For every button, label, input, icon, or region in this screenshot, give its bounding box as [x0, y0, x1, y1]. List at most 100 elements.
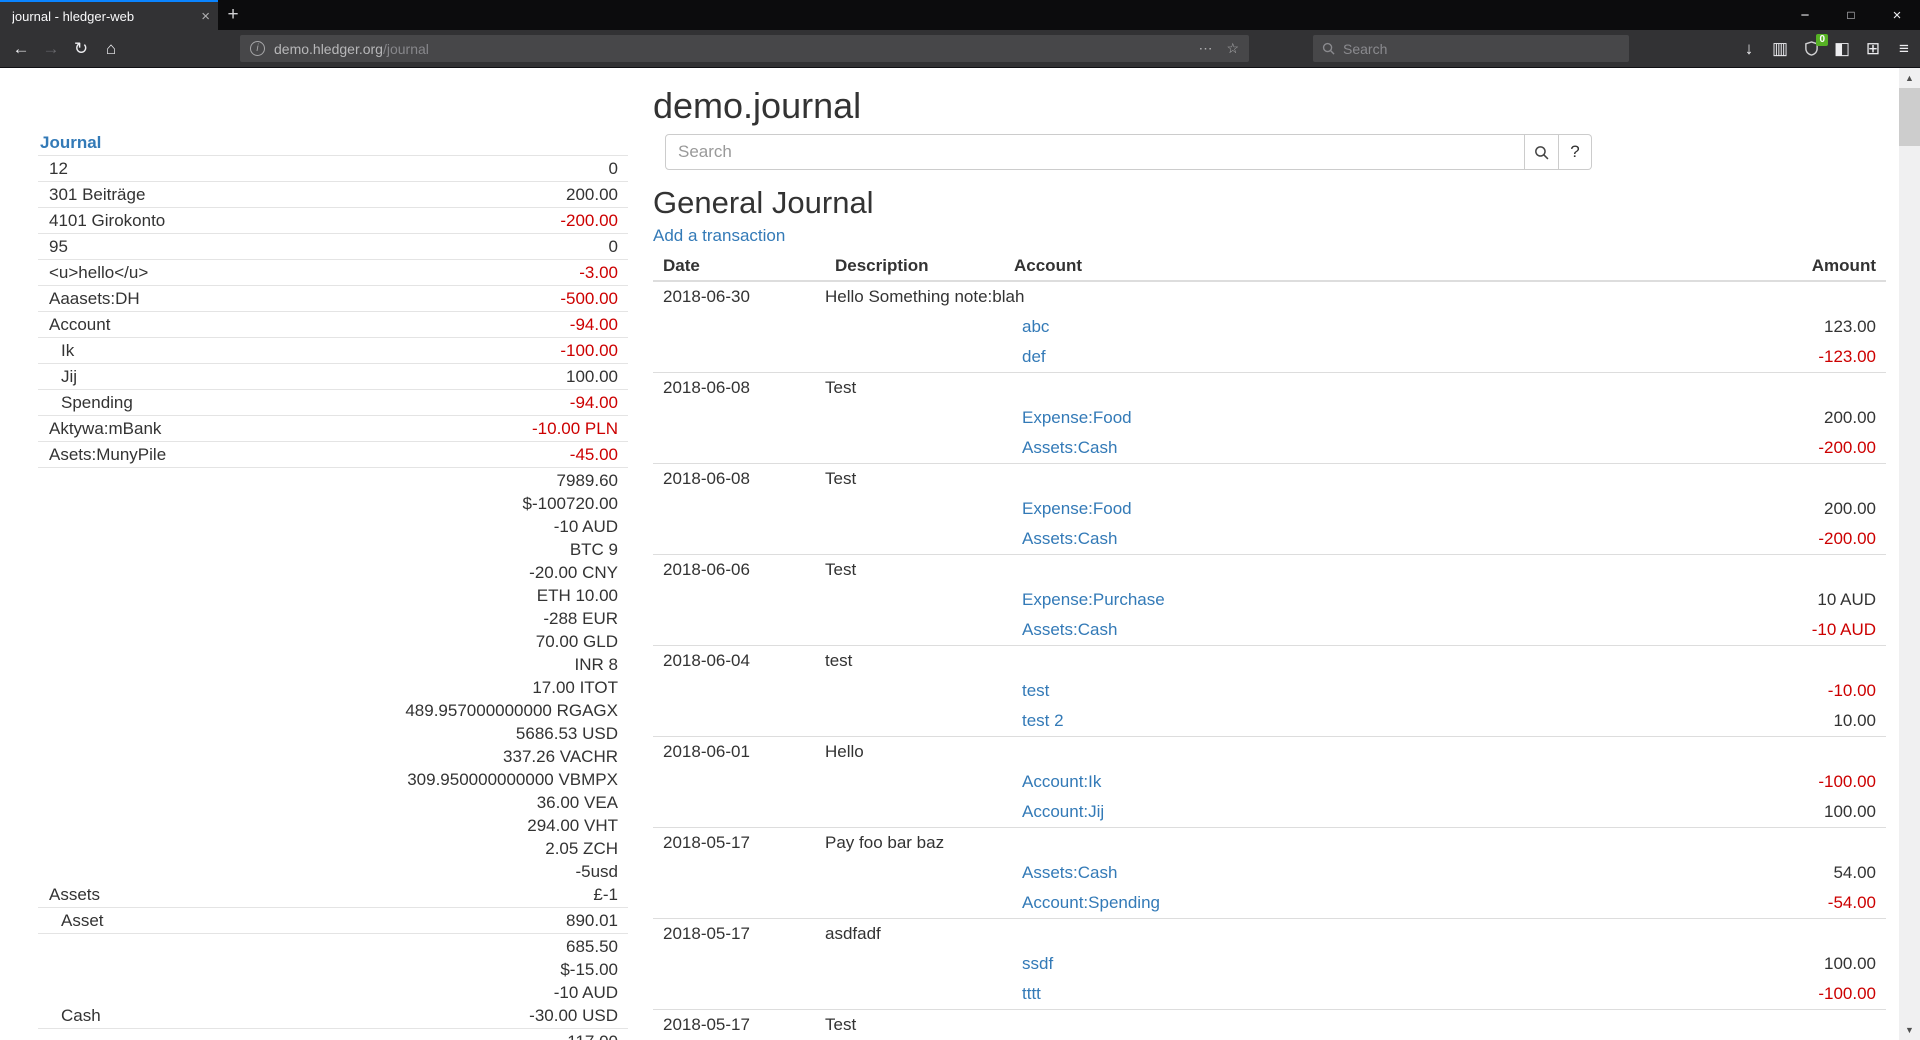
browser-search-input[interactable] — [1343, 41, 1620, 57]
posting-account-link[interactable]: tttt — [1022, 984, 1041, 1003]
sidebar-account-link[interactable]: 12 — [38, 157, 68, 180]
transaction-description: Hello Something note:blah — [825, 282, 1886, 312]
posting-account-cell: abc — [1004, 312, 1656, 342]
posting-account-link[interactable]: Account:Ik — [1022, 772, 1101, 791]
account-balance: -3.00 — [579, 261, 618, 284]
window-minimize-button[interactable]: − — [1782, 0, 1828, 30]
posting-account-link[interactable]: test — [1022, 681, 1049, 700]
sidebar-account-link[interactable]: Cash — [38, 1004, 101, 1027]
balance-amount: -117.00 — [562, 1030, 618, 1040]
sidebar-account-row: Assets7989.60$-100720.00-10 AUDBTC 9-20.… — [38, 467, 628, 907]
posting-account-link[interactable]: Assets:Cash — [1022, 529, 1117, 548]
transaction-description: Test — [825, 555, 1886, 585]
sidebar-account-link[interactable]: 4101 Girokonto — [38, 209, 165, 232]
posting-account-link[interactable]: Expense:Food — [1022, 408, 1132, 427]
page-title: demo.journal — [653, 86, 1886, 126]
sidebar-account-link[interactable]: Aaasets:DH — [38, 287, 140, 310]
posting-amount: 100.00 — [1656, 797, 1886, 827]
new-tab-button[interactable]: + — [218, 0, 248, 30]
journal-search-button[interactable] — [1525, 134, 1559, 170]
account-balance: 890.01 — [566, 909, 618, 932]
transaction-date: 2018-06-08 — [653, 464, 825, 494]
posting-account-link[interactable]: test 2 — [1022, 711, 1064, 730]
sidebar-account-link[interactable]: Spending — [38, 391, 133, 414]
posting-account-link[interactable]: def — [1022, 347, 1046, 366]
sidebar-account-link[interactable]: Assets — [38, 883, 100, 906]
grid-icon[interactable]: ⊞ — [1858, 34, 1888, 64]
sidebar-account-link[interactable]: Ik — [38, 339, 74, 362]
account-balance: -94.00 — [570, 391, 618, 414]
posting-amount: -100.00 — [1656, 979, 1886, 1009]
search-help-button[interactable]: ? — [1559, 134, 1592, 170]
page-scrollbar[interactable]: ▲ ▼ — [1899, 68, 1920, 1040]
sidebar-account-link[interactable]: Aktywa:mBank — [38, 417, 161, 440]
posting-account-cell: Expense:Food — [1004, 494, 1656, 524]
download-icon[interactable]: ↓ — [1734, 34, 1764, 64]
posting-account-cell: Account:Jij — [1004, 797, 1656, 827]
balance-amount: BTC 9 — [405, 538, 618, 561]
account-balance: 0 — [609, 157, 618, 180]
library-icon[interactable]: ▥ — [1765, 34, 1795, 64]
scroll-up-arrow[interactable]: ▲ — [1899, 68, 1920, 88]
sidebar-account-link[interactable]: Account — [38, 313, 110, 336]
sidebar-journal-link[interactable]: Journal — [40, 133, 101, 152]
sidebar-account-row: Asets:MunyPile-45.00 — [38, 441, 628, 467]
transaction-date: 2018-06-06 — [653, 555, 825, 585]
search-icon — [1322, 42, 1335, 55]
posting-account-link[interactable]: Account:Spending — [1022, 893, 1160, 912]
back-button[interactable]: ← — [6, 34, 36, 64]
posting-account-link[interactable]: Assets:Cash — [1022, 863, 1117, 882]
posting-account-cell: ssdf — [1004, 949, 1656, 979]
transaction-date: 2018-05-17 — [653, 1010, 825, 1040]
sidebar-account-link[interactable]: <u>hello</u> — [38, 261, 148, 284]
site-info-icon[interactable]: i — [250, 41, 265, 56]
journal-search-input[interactable] — [665, 134, 1525, 170]
transaction-date: 2018-06-08 — [653, 373, 825, 403]
url-bar[interactable]: i demo.hledger.org /journal ⋯ ☆ — [240, 35, 1249, 62]
balance-amount: 100.00 — [566, 365, 618, 388]
window-close-button[interactable]: × — [1874, 0, 1920, 30]
browser-tab[interactable]: journal - hledger-web × — [0, 0, 218, 30]
balance-amount: INR 8 — [405, 653, 618, 676]
window-restore-button[interactable]: □ — [1828, 0, 1874, 30]
transaction-description: Pay foo bar baz — [825, 828, 1886, 858]
posting-account-link[interactable]: Expense:Food — [1022, 499, 1132, 518]
posting-account-link[interactable]: Expense:Purchase — [1022, 590, 1165, 609]
sidebar-account-link[interactable]: Asets:MunyPile — [38, 443, 166, 466]
scrollbar-thumb[interactable] — [1899, 88, 1920, 146]
balance-amount: 685.50 — [529, 935, 618, 958]
add-transaction-link[interactable]: Add a transaction — [653, 226, 785, 246]
accounts-list: 120301 Beiträge200.004101 Girokonto-200.… — [38, 155, 628, 1040]
posting-account-link[interactable]: Account:Jij — [1022, 802, 1104, 821]
home-button[interactable]: ⌂ — [96, 34, 126, 64]
transaction-description: asdfadf — [825, 919, 1886, 949]
journal-search-form: ? — [665, 134, 1886, 170]
menu-icon[interactable]: ≡ — [1889, 34, 1919, 64]
sidebar-account-link[interactable]: 95 — [38, 235, 68, 258]
transaction: 2018-05-17Test — [653, 1009, 1886, 1040]
sidebar-toggle-icon[interactable]: ◧ — [1827, 34, 1857, 64]
sidebar-account-row: Jij 100.00 — [38, 363, 628, 389]
sidebar-account-link[interactable]: Asset — [38, 909, 104, 932]
posting-account-link[interactable]: Assets:Cash — [1022, 620, 1117, 639]
header-description: Description — [825, 252, 1004, 280]
browser-search-bar[interactable] — [1313, 35, 1629, 62]
scroll-down-arrow[interactable]: ▼ — [1899, 1020, 1920, 1040]
posting-account-link[interactable]: Assets:Cash — [1022, 438, 1117, 457]
reload-button[interactable]: ↻ — [66, 34, 96, 64]
posting-account-link[interactable]: abc — [1022, 317, 1049, 336]
forward-button[interactable]: → — [36, 34, 66, 64]
bookmark-star-icon[interactable]: ☆ — [1226, 40, 1239, 57]
extension-icon[interactable]: 0 — [1796, 34, 1826, 64]
tab-close-icon[interactable]: × — [201, 8, 210, 25]
sidebar-account-row: 950 — [38, 233, 628, 259]
page-actions-icon[interactable]: ⋯ — [1198, 40, 1212, 57]
sidebar-account-link[interactable]: 301 Beiträge — [38, 183, 145, 206]
balance-amount: 489.957000000000 RGAGX — [405, 699, 618, 722]
posting-account-cell: tttt — [1004, 979, 1656, 1009]
balance-amount: -500.00 — [560, 287, 618, 310]
sidebar-account-link[interactable]: Jij — [38, 365, 77, 388]
posting-account-link[interactable]: ssdf — [1022, 954, 1053, 973]
accounts-sidebar: Journal 120301 Beiträge200.004101 Giroko… — [38, 130, 628, 1040]
tab-title: journal - hledger-web — [12, 9, 195, 24]
